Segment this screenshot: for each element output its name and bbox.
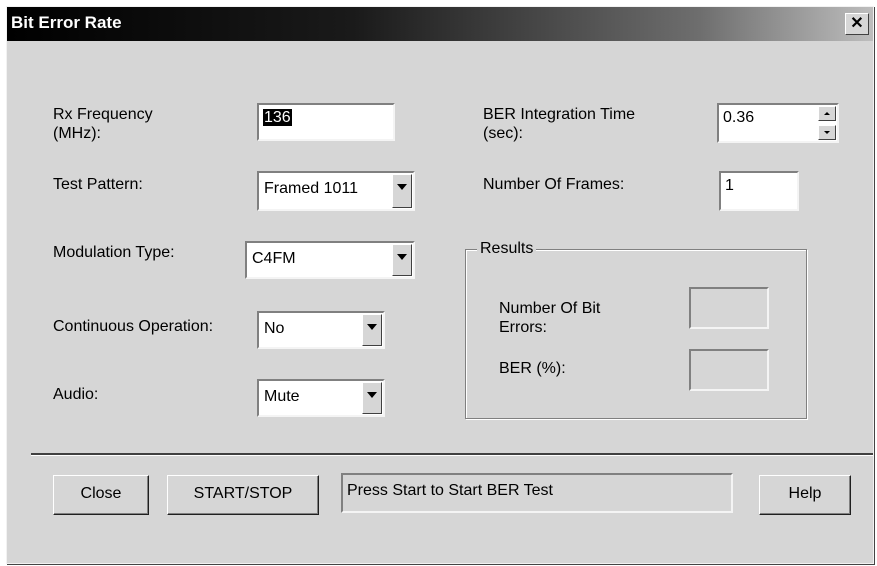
modulation-type-label: Modulation Type:: [53, 244, 175, 261]
status-text: Press Start to Start BER Test: [341, 473, 733, 513]
spin-down-icon[interactable]: [818, 125, 836, 140]
number-of-frames-label: Number Of Frames:: [483, 176, 625, 193]
title-bar: Bit Error Rate ✕: [7, 7, 873, 41]
continuous-operation-label: Continuous Operation:: [53, 318, 214, 335]
test-pattern-label: Test Pattern:: [53, 176, 143, 193]
dropdown-arrow-icon[interactable]: [392, 244, 412, 276]
test-pattern-value: Framed 1011: [264, 180, 358, 197]
ber-integration-time-value: 0.36: [723, 109, 755, 126]
close-icon[interactable]: ✕: [845, 13, 869, 35]
number-of-frames-input[interactable]: 1: [719, 171, 799, 211]
rx-frequency-label: Rx Frequency (MHz):: [53, 106, 153, 142]
test-pattern-select[interactable]: Framed 1011: [257, 171, 415, 211]
continuous-operation-select[interactable]: No: [257, 311, 385, 349]
continuous-operation-value: No: [264, 320, 285, 337]
number-of-bit-errors-field: [689, 287, 769, 329]
window-title: Bit Error Rate: [11, 13, 122, 32]
dropdown-arrow-icon[interactable]: [392, 174, 412, 208]
ber-integration-time-label: BER Integration Time (sec):: [483, 106, 636, 142]
dropdown-arrow-icon[interactable]: [362, 314, 382, 346]
start-stop-button[interactable]: START/STOP: [167, 475, 319, 515]
rx-frequency-input[interactable]: 136: [257, 103, 395, 141]
rx-frequency-value: 136: [263, 109, 292, 126]
number-of-bit-errors-label: Number Of Bit Errors:: [499, 300, 601, 336]
close-button[interactable]: Close: [53, 475, 149, 515]
help-button[interactable]: Help: [759, 475, 851, 515]
ber-integration-time-input[interactable]: 0.36: [717, 103, 839, 143]
bit-error-rate-dialog: Bit Error Rate ✕ Rx Frequency (MHz): 136…: [6, 6, 874, 564]
spin-up-icon[interactable]: [818, 106, 836, 121]
ber-percent-label: BER (%):: [499, 360, 566, 377]
audio-label: Audio:: [53, 386, 99, 403]
audio-value: Mute: [264, 388, 300, 405]
modulation-type-select[interactable]: C4FM: [245, 241, 415, 279]
modulation-type-value: C4FM: [252, 250, 296, 267]
footer-separator: [31, 453, 873, 456]
dropdown-arrow-icon[interactable]: [362, 382, 382, 414]
results-group-title: Results: [477, 239, 537, 258]
audio-select[interactable]: Mute: [257, 379, 385, 417]
number-of-frames-value: 1: [725, 177, 734, 194]
ber-percent-field: [689, 349, 769, 391]
